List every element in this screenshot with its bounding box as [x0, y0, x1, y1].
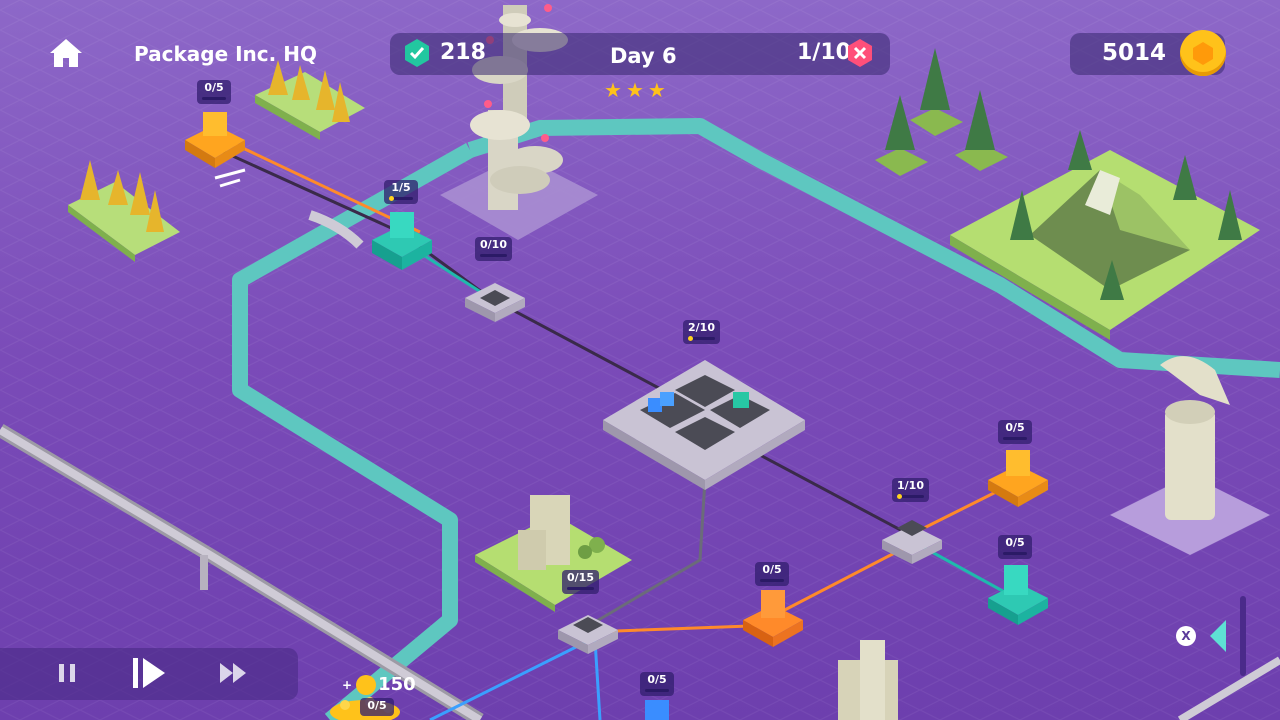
coin-pile-capacity-label: 0/5: [360, 698, 394, 716]
play-step-icon: [133, 658, 165, 688]
junction-capacity-label: 0/15: [562, 570, 599, 594]
day-label: Day 6: [610, 44, 677, 68]
depot-capacity-label: 0/5: [197, 80, 231, 104]
hub-capacity-label: 2/10: [683, 320, 720, 344]
depot-capacity-label: 0/5: [640, 672, 674, 696]
home-icon: [50, 39, 82, 67]
coin-amount: 5014: [1102, 40, 1167, 66]
pause-button[interactable]: [42, 648, 92, 698]
play-button[interactable]: [124, 648, 174, 698]
home-button[interactable]: [48, 35, 84, 71]
failed-icon: [845, 38, 875, 68]
side-panel-handle[interactable]: [1240, 596, 1246, 676]
failed-count: 1/10: [797, 40, 851, 65]
coin-icon: [356, 674, 377, 695]
coin-icon: [1180, 30, 1226, 76]
star-rating: ★★★: [604, 78, 670, 102]
star-icon: ★: [647, 78, 670, 102]
star-icon: ★: [625, 78, 648, 102]
fast-forward-button[interactable]: [208, 648, 258, 698]
junction-capacity-label: 0/10: [475, 237, 512, 261]
pause-icon: [59, 664, 75, 682]
chevron-left-icon: [1210, 620, 1226, 652]
verified-count: 218: [440, 40, 486, 65]
side-panel-toggle[interactable]: [1208, 618, 1228, 654]
depot-capacity-label: 0/5: [755, 562, 789, 586]
star-icon: ★: [604, 78, 626, 102]
depot-capacity-label: 0/5: [998, 420, 1032, 444]
depot-capacity-label: 0/5: [998, 535, 1032, 559]
depot-capacity-label: 1/5: [384, 180, 418, 204]
junction-capacity-label: 1/10: [892, 478, 929, 502]
game-map[interactable]: [0, 0, 1280, 720]
coin-reward-popup: + 150: [342, 674, 416, 695]
verified-icon: [402, 38, 432, 68]
fast-forward-icon: [220, 663, 246, 683]
close-panel-button[interactable]: X: [1176, 626, 1196, 646]
location-title: Package Inc. HQ: [134, 42, 317, 66]
blue-depot-bottom[interactable]: [645, 700, 669, 720]
